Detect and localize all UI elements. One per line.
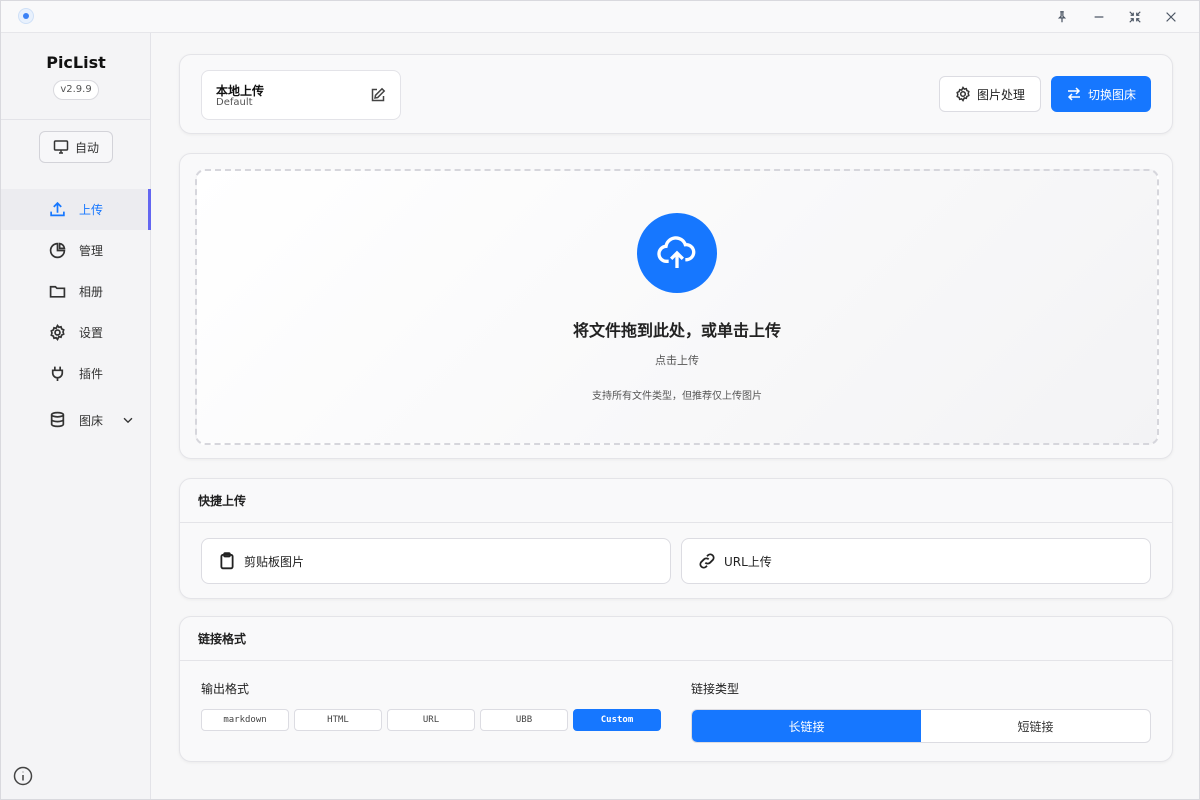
monitor-icon — [53, 140, 69, 154]
pin-icon[interactable] — [1050, 5, 1074, 29]
minimize-icon[interactable] — [1087, 5, 1111, 29]
version-badge: v2.9.9 — [53, 80, 99, 100]
app-name: PicList — [46, 53, 106, 72]
database-icon — [50, 411, 65, 428]
folder-icon — [49, 285, 66, 298]
upload-icon — [50, 201, 65, 217]
sidebar-item-settings[interactable]: 设置 — [1, 312, 151, 353]
format-option-html[interactable]: HTML — [294, 709, 382, 731]
chevron-down-icon[interactable] — [121, 413, 135, 427]
dropzone-hint: 支持所有文件类型，但推荐仅上传图片 — [592, 391, 762, 402]
image-process-button[interactable]: 图片处理 — [939, 76, 1041, 112]
restore-icon[interactable] — [1123, 5, 1147, 29]
format-option-ubb[interactable]: UBB — [480, 709, 568, 731]
sidebar-item-plugins[interactable]: 插件 — [1, 353, 151, 394]
link-format-title: 链接格式 — [198, 632, 247, 646]
theme-label: 自动 — [74, 140, 99, 155]
sidebar-item-picbeds[interactable]: 图床 — [1, 394, 151, 446]
clipboard-upload-label: 剪贴板图片 — [244, 554, 305, 569]
swap-icon — [1067, 87, 1081, 101]
picbed-header-card: 本地上传 Default 图片处理 切换图床 — [179, 54, 1173, 134]
image-process-label: 图片处理 — [976, 87, 1025, 102]
sidebar-item-label: 相册 — [79, 285, 104, 299]
link-type-short[interactable]: 短链接 — [921, 710, 1150, 742]
link-type-long[interactable]: 长链接 — [692, 710, 921, 742]
format-option-markdown[interactable]: markdown — [201, 709, 289, 731]
info-icon[interactable] — [13, 766, 33, 786]
sidebar: PicList v2.9.9 自动 上传 管理 相册 设置 插件 图床 — [1, 33, 151, 799]
switch-picbed-label: 切换图床 — [1087, 87, 1136, 102]
sidebar-item-label: 插件 — [79, 367, 104, 381]
format-option-custom[interactable]: Custom — [573, 709, 661, 731]
clipboard-upload-button[interactable]: 剪贴板图片 — [201, 538, 671, 584]
quick-upload-card: 快捷上传 剪贴板图片 URL上传 — [179, 478, 1173, 599]
app-logo-icon — [18, 8, 34, 24]
sidebar-divider — [1, 119, 150, 120]
upload-dropzone[interactable]: 将文件拖到此处，或单击上传 点击上传 支持所有文件类型，但推荐仅上传图片 — [195, 169, 1159, 445]
output-format-label: 输出格式 — [201, 682, 250, 696]
plug-icon — [51, 366, 64, 381]
sidebar-item-album[interactable]: 相册 — [1, 271, 151, 312]
url-upload-label: URL上传 — [724, 554, 772, 569]
output-format-options: markdown HTML URL UBB Custom — [201, 709, 661, 731]
link-icon — [699, 553, 715, 569]
upload-card: 将文件拖到此处，或单击上传 点击上传 支持所有文件类型，但推荐仅上传图片 — [179, 153, 1173, 459]
quick-upload-title: 快捷上传 — [198, 494, 247, 508]
sidebar-item-upload[interactable]: 上传 — [1, 189, 151, 230]
title-bar — [1, 1, 1199, 33]
sidebar-item-label: 管理 — [79, 244, 104, 258]
clipboard-icon — [220, 552, 234, 570]
url-upload-button[interactable]: URL上传 — [681, 538, 1151, 584]
sidebar-item-label: 上传 — [79, 203, 104, 217]
dropzone-title: 将文件拖到此处，或单击上传 — [572, 321, 781, 340]
section-divider — [180, 660, 1172, 661]
link-format-card: 链接格式 输出格式 markdown HTML URL UBB Custom 链… — [179, 616, 1173, 762]
picbed-config: Default — [216, 97, 253, 108]
theme-toggle-button[interactable]: 自动 — [39, 131, 113, 163]
link-type-label: 链接类型 — [691, 682, 740, 696]
format-option-url[interactable]: URL — [387, 709, 475, 731]
close-icon[interactable] — [1159, 5, 1183, 29]
app-window: PicList v2.9.9 自动 上传 管理 相册 设置 插件 图床 本地上传… — [0, 0, 1200, 800]
sidebar-item-label: 图床 — [79, 413, 104, 428]
pie-chart-icon — [49, 242, 66, 259]
gear-icon — [956, 86, 970, 102]
switch-picbed-button[interactable]: 切换图床 — [1051, 76, 1151, 112]
sidebar-nav: 上传 管理 相册 设置 插件 图床 — [1, 189, 151, 446]
section-divider — [180, 522, 1172, 523]
sidebar-item-label: 设置 — [79, 326, 104, 340]
sidebar-item-manage[interactable]: 管理 — [1, 230, 151, 271]
edit-icon[interactable] — [370, 87, 386, 103]
click-upload-text[interactable]: 点击上传 — [197, 352, 1157, 368]
cloud-upload-icon — [637, 213, 717, 293]
link-type-toggle: 长链接 短链接 — [691, 709, 1151, 743]
gear-icon — [50, 324, 65, 341]
current-picbed-box[interactable]: 本地上传 Default — [201, 70, 401, 120]
